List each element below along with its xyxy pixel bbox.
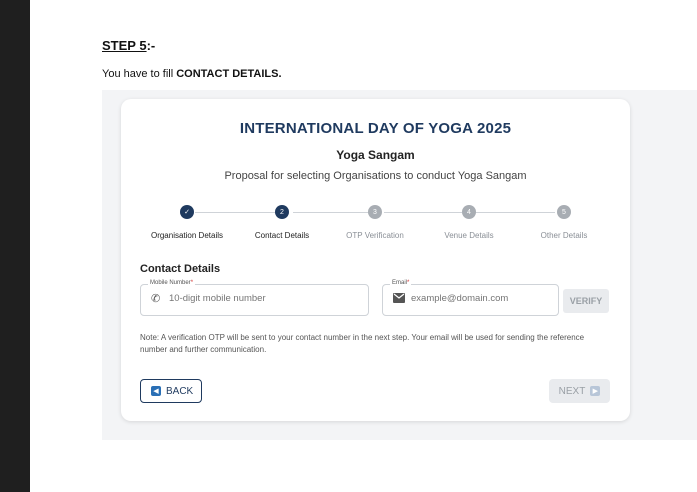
verify-button[interactable]: VERIFY [563, 289, 609, 313]
back-button[interactable]: ◀ BACK [140, 379, 202, 403]
next-button[interactable]: NEXT ▶ [549, 379, 610, 403]
stepper-connector [384, 212, 462, 213]
email-input[interactable] [411, 293, 541, 304]
mobile-number-field[interactable]: Mobile Number* ✆ [140, 280, 369, 316]
step-suffix: :- [146, 38, 156, 53]
step-2-number: 2 [275, 205, 289, 219]
step-4-number: 4 [462, 205, 476, 219]
email-field-label: Email* [390, 280, 412, 286]
step-label-organisation: Organisation Details [150, 231, 224, 240]
step-5-number: 5 [557, 205, 571, 219]
stepper-connector [475, 212, 555, 213]
form-subtitle: Yoga Sangam [336, 148, 415, 162]
step-heading: STEP 5:- [102, 38, 155, 53]
form-card: INTERNATIONAL DAY OF YOGA 2025 Yoga Sang… [121, 99, 630, 421]
mobile-number-input[interactable] [169, 293, 299, 304]
form-tagline: Proposal for selecting Organisations to … [224, 170, 527, 182]
mobile-label-text: Mobile Number [150, 280, 191, 286]
step-label: STEP 5 [102, 38, 147, 53]
required-marker: * [190, 280, 194, 286]
email-field[interactable]: Email* [382, 280, 559, 316]
stepper-connector [293, 212, 371, 213]
mail-icon [393, 293, 405, 305]
required-marker: * [407, 280, 410, 286]
instruction-text: You have to fill CONTACT DETAILS. [102, 68, 282, 80]
next-label: NEXT [558, 385, 586, 397]
step-label-venue: Venue Details [444, 231, 494, 240]
left-dark-bar [0, 0, 30, 492]
mobile-field-label: Mobile Number* [148, 280, 196, 286]
section-title: Contact Details [140, 263, 221, 275]
step-3-number: 3 [368, 205, 382, 219]
verification-note: Note: A verification OTP will be sent to… [140, 333, 585, 354]
phone-icon: ✆ [151, 293, 161, 305]
back-label: BACK [166, 385, 194, 397]
instruction-bold: CONTACT DETAILS. [176, 68, 282, 80]
stepper-connector [195, 212, 275, 213]
email-label-text: Email [392, 280, 408, 286]
step-1-check-icon: ✓ [180, 205, 194, 219]
step-label-otp: OTP Verification [346, 231, 404, 240]
back-arrow-icon: ◀ [151, 386, 161, 396]
step-label-other: Other Details [540, 231, 588, 240]
next-arrow-icon: ▶ [590, 386, 601, 396]
step-label-contact: Contact Details [254, 231, 310, 240]
instruction-prefix: You have to fill [102, 68, 177, 80]
form-title: INTERNATIONAL DAY OF YOGA 2025 [239, 120, 512, 137]
